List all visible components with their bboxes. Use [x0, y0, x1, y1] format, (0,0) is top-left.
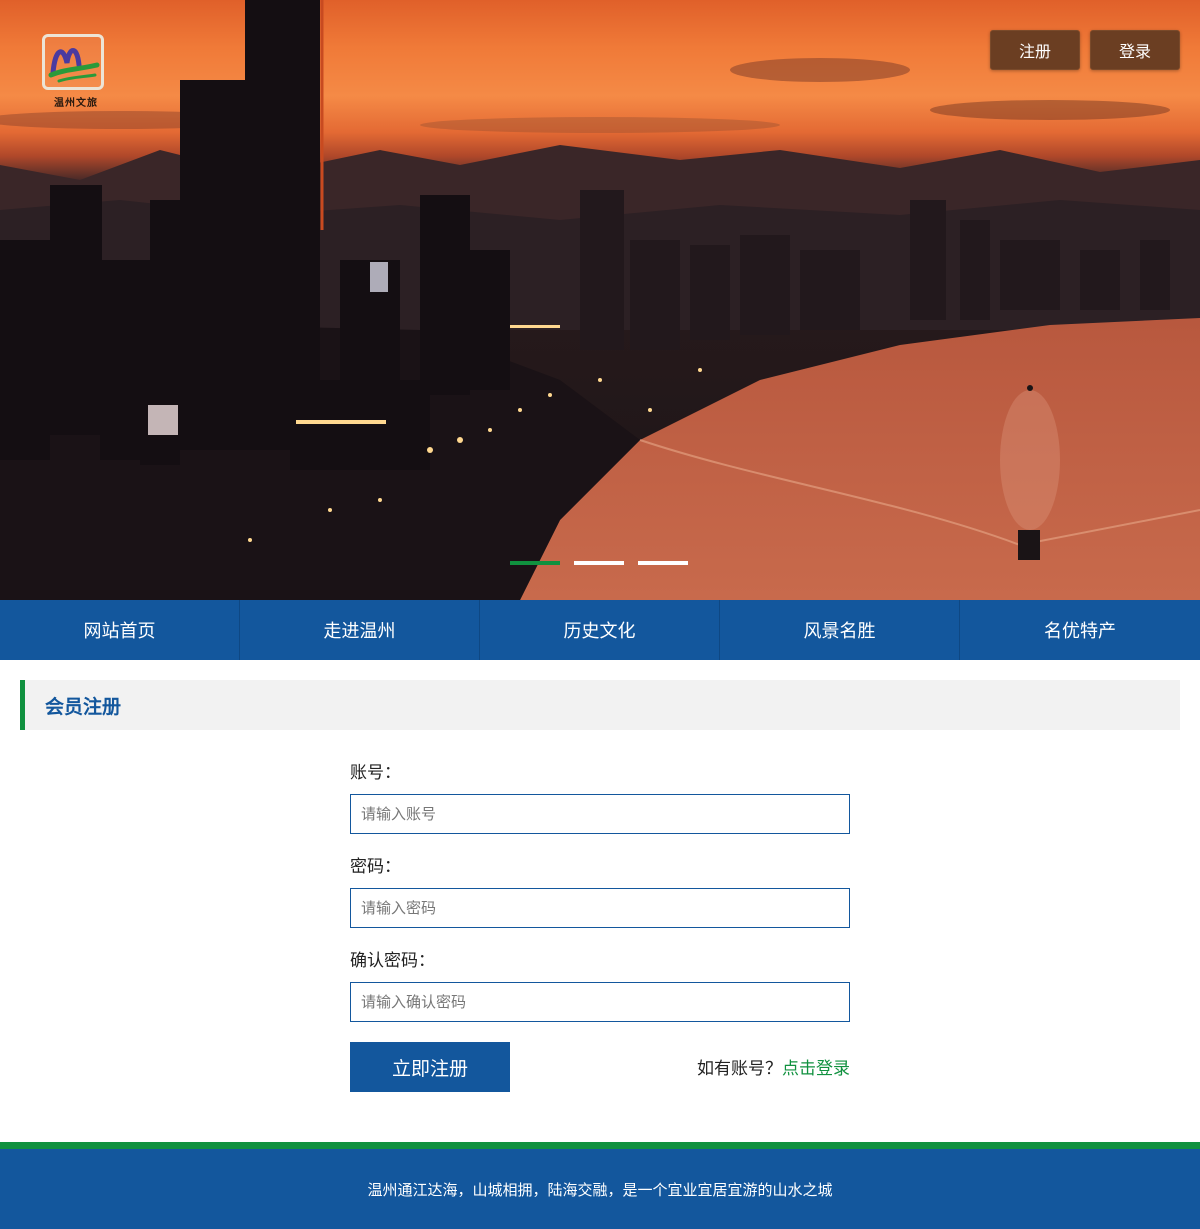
carousel-indicators [510, 561, 688, 565]
password-input[interactable] [350, 888, 850, 928]
password-label: 密码： [350, 857, 401, 877]
submit-register-button[interactable]: 立即注册 [350, 1042, 510, 1092]
logo-frame [42, 34, 104, 90]
login-button[interactable]: 登录 [1090, 30, 1180, 70]
footer-accent-line [0, 1142, 1200, 1149]
hero-banner: 温州文旅 注册 登录 [0, 0, 1200, 600]
footer: 温州通江达海，山城相拥，陆海交融，是一个宜业宜居宜游的山水之城 [0, 1149, 1200, 1229]
main-nav: 网站首页 走进温州 历史文化 风景名胜 名优特产 [0, 600, 1200, 660]
account-label: 账号： [350, 763, 401, 783]
login-hint-text: 如有账号？ [697, 1059, 782, 1079]
logo-mark-icon [48, 48, 100, 83]
carousel-dot-2[interactable] [574, 561, 624, 565]
section-title: 会员注册 [20, 680, 1180, 730]
confirm-password-label: 确认密码： [350, 951, 435, 971]
nav-item-scenery[interactable]: 风景名胜 [720, 600, 960, 660]
form-actions: 立即注册 如有账号？点击登录 [350, 1042, 850, 1092]
register-button[interactable]: 注册 [990, 30, 1080, 70]
login-link[interactable]: 点击登录 [782, 1059, 850, 1079]
account-field-group: 账号： [350, 760, 850, 834]
account-input[interactable] [350, 794, 850, 834]
logo[interactable]: 温州文旅 [40, 34, 112, 114]
confirm-password-input[interactable] [350, 982, 850, 1022]
register-form: 账号： 密码： 确认密码： 立即注册 如有账号？点击登录 [350, 760, 850, 1092]
login-hint: 如有账号？点击登录 [697, 1054, 850, 1079]
nav-item-history[interactable]: 历史文化 [480, 600, 720, 660]
carousel-dot-1[interactable] [510, 561, 560, 565]
confirm-password-field-group: 确认密码： [350, 948, 850, 1022]
nav-item-about[interactable]: 走进温州 [240, 600, 480, 660]
logo-text: 温州文旅 [54, 98, 98, 109]
footer-text: 温州通江达海，山城相拥，陆海交融，是一个宜业宜居宜游的山水之城 [367, 1180, 833, 1199]
nav-item-products[interactable]: 名优特产 [960, 600, 1200, 660]
nav-item-home[interactable]: 网站首页 [0, 600, 240, 660]
city-skyline-image [0, 0, 1200, 600]
carousel-dot-3[interactable] [638, 561, 688, 565]
password-field-group: 密码： [350, 854, 850, 928]
